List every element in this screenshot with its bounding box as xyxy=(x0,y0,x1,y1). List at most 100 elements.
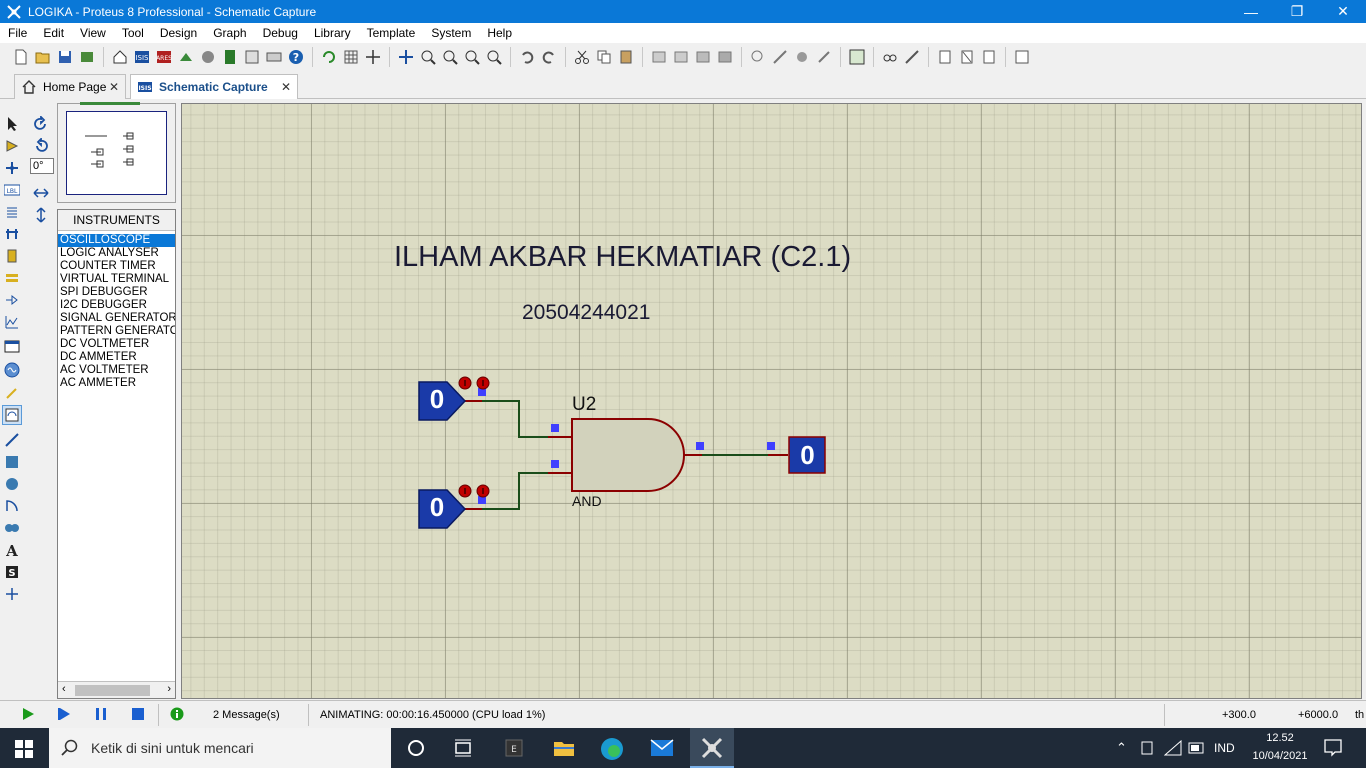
input1-state-value[interactable]: 0 xyxy=(422,384,452,415)
instrument-item-signal-generator[interactable]: SIGNAL GENERATOR xyxy=(58,312,175,325)
instrument-item-dc-ammeter[interactable]: DC AMMETER xyxy=(58,351,175,364)
symbol-tool-icon[interactable]: S xyxy=(2,562,22,582)
refresh-icon[interactable] xyxy=(319,47,339,67)
instrument-item-ac-ammeter[interactable]: AC AMMETER xyxy=(58,377,175,390)
instrument-item-logic-analyser[interactable]: LOGIC ANALYSER xyxy=(58,247,175,260)
block-delete-icon[interactable] xyxy=(715,47,735,67)
home-page-icon[interactable] xyxy=(110,47,130,67)
schematic-canvas[interactable]: ILHAM AKBAR HEKMATIAR (C2.1) 20504244021 xyxy=(181,103,1362,699)
menu-system[interactable]: System xyxy=(423,23,479,43)
tab-schematic-close-icon[interactable]: ✕ xyxy=(281,80,291,94)
zoom-area-icon[interactable] xyxy=(484,47,504,67)
input-language-indicator[interactable]: IND xyxy=(1214,741,1235,755)
menu-graph[interactable]: Graph xyxy=(205,23,254,43)
gate-type-label[interactable]: AND xyxy=(572,493,602,509)
cortana-icon[interactable] xyxy=(407,739,425,760)
gate-reference-label[interactable]: U2 xyxy=(572,394,596,416)
overview-map[interactable] xyxy=(66,111,167,195)
overview-window[interactable] xyxy=(57,102,176,203)
instrument-item-ac-voltmeter[interactable]: AC VOLTMETER xyxy=(58,364,175,377)
make-device-icon[interactable] xyxy=(770,47,790,67)
close-button[interactable]: ✕ xyxy=(1320,0,1366,23)
sub-circuit-icon[interactable] xyxy=(2,246,22,266)
file-explorer-icon[interactable] xyxy=(553,738,575,761)
menu-help[interactable]: Help xyxy=(479,23,520,43)
rotate-anticlockwise-icon[interactable] xyxy=(31,136,51,156)
origin-icon[interactable] xyxy=(363,47,383,67)
clock-time[interactable]: 12.52 xyxy=(1250,732,1310,744)
pause-button[interactable] xyxy=(93,706,109,725)
stop-button[interactable] xyxy=(130,706,146,725)
menu-template[interactable]: Template xyxy=(359,23,424,43)
restore-button[interactable]: ❐ xyxy=(1274,0,1320,23)
schematic-capture-icon[interactable]: ISIS xyxy=(132,47,152,67)
instrument-item-i2c-debugger[interactable]: I2C DEBUGGER xyxy=(58,299,175,312)
message-count[interactable]: 2 Message(s) xyxy=(213,709,280,721)
buses-icon[interactable] xyxy=(2,224,22,244)
gerber-icon[interactable] xyxy=(198,47,218,67)
design-explorer-icon[interactable] xyxy=(242,47,262,67)
instrument-item-dc-voltmeter[interactable]: DC VOLTMETER xyxy=(58,338,175,351)
path-tool-icon[interactable] xyxy=(2,518,22,538)
show-hidden-icons-icon[interactable]: ⌃ xyxy=(1116,740,1127,756)
search-tag-icon[interactable] xyxy=(880,47,900,67)
tape-recorder-icon[interactable] xyxy=(2,336,22,356)
line-tool-icon[interactable] xyxy=(2,430,22,450)
task-view-icon[interactable] xyxy=(454,739,472,760)
exit-to-parent-icon[interactable] xyxy=(979,47,999,67)
selection-mode-icon[interactable] xyxy=(2,114,22,134)
redo-icon[interactable] xyxy=(539,47,559,67)
property-assignment-icon[interactable] xyxy=(902,47,922,67)
instrument-item-virtual-terminal[interactable]: VIRTUAL TERMINAL xyxy=(58,273,175,286)
box-tool-icon[interactable] xyxy=(2,452,22,472)
grid-toggle-icon[interactable] xyxy=(341,47,361,67)
junction-dot-icon[interactable] xyxy=(2,158,22,178)
tab-home-page[interactable]: Home Page ✕ xyxy=(14,74,126,99)
decompose-icon[interactable] xyxy=(814,47,834,67)
save-icon[interactable] xyxy=(55,47,75,67)
text-tool-icon[interactable]: A xyxy=(2,540,22,560)
taskbar-app-e-icon[interactable]: E xyxy=(505,739,523,760)
copy-icon[interactable] xyxy=(594,47,614,67)
zoom-all-icon[interactable] xyxy=(462,47,482,67)
menu-edit[interactable]: Edit xyxy=(35,23,72,43)
virtual-instruments-icon[interactable] xyxy=(2,405,22,425)
mirror-vertical-icon[interactable] xyxy=(31,205,51,225)
remove-sheet-icon[interactable] xyxy=(957,47,977,67)
undo-icon[interactable] xyxy=(517,47,537,67)
component-mode-icon[interactable] xyxy=(2,136,22,156)
wire-autorouter-icon[interactable] xyxy=(847,47,867,67)
block-rotate-icon[interactable] xyxy=(693,47,713,67)
rotate-clockwise-icon[interactable] xyxy=(31,114,51,134)
device-pins-icon[interactable] xyxy=(2,290,22,310)
3d-viewer-icon[interactable] xyxy=(176,47,196,67)
notification-center-icon[interactable] xyxy=(1324,739,1342,760)
tab-home-close-icon[interactable]: ✕ xyxy=(109,80,119,94)
proteus-taskbar-button[interactable] xyxy=(690,728,734,768)
pan-icon[interactable] xyxy=(396,47,416,67)
rotation-angle-input[interactable]: 0° xyxy=(30,158,54,174)
voltage-probe-icon[interactable] xyxy=(2,383,22,403)
electrical-rule-check-icon[interactable] xyxy=(1012,47,1032,67)
menu-debug[interactable]: Debug xyxy=(255,23,306,43)
windows-start-icon[interactable] xyxy=(15,740,33,761)
edge-browser-icon[interactable] xyxy=(600,737,624,764)
menu-library[interactable]: Library xyxy=(306,23,359,43)
new-sheet-icon[interactable] xyxy=(935,47,955,67)
battery-icon[interactable] xyxy=(1188,742,1206,757)
minimize-button[interactable]: — xyxy=(1228,0,1274,23)
cut-icon[interactable] xyxy=(572,47,592,67)
source-code-icon[interactable] xyxy=(264,47,284,67)
play-button[interactable] xyxy=(20,706,36,725)
block-move-icon[interactable] xyxy=(671,47,691,67)
clock-date[interactable]: 10/04/2021 xyxy=(1246,750,1314,762)
menu-design[interactable]: Design xyxy=(152,23,205,43)
instrument-item-spi-debugger[interactable]: SPI DEBUGGER xyxy=(58,286,175,299)
meet-now-icon[interactable] xyxy=(1140,740,1154,759)
tab-schematic-capture[interactable]: ISIS Schematic Capture ✕ xyxy=(130,74,298,99)
mail-icon[interactable] xyxy=(650,739,674,760)
step-button[interactable] xyxy=(57,706,73,725)
arc-tool-icon[interactable] xyxy=(2,496,22,516)
new-file-icon[interactable] xyxy=(11,47,31,67)
graph-mode-icon[interactable] xyxy=(2,312,22,332)
